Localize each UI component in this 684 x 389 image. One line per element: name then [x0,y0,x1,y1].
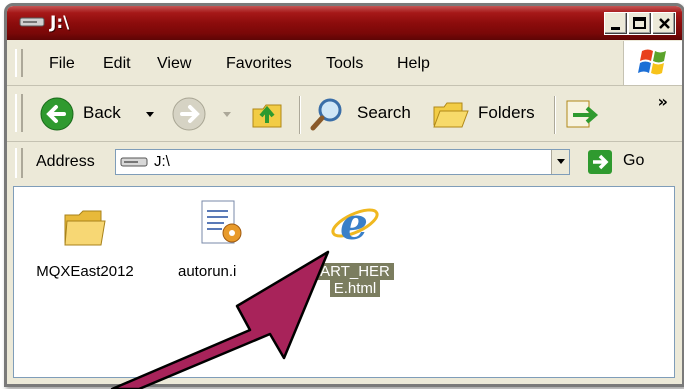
close-icon [658,18,670,29]
address-label: Address [36,153,95,170]
minimize-icon [611,26,620,30]
address-input[interactable]: J:\ [115,149,570,175]
folders-label: Folders [478,103,535,122]
address-dropdown-button[interactable] [551,150,569,174]
title-bar[interactable]: J:\ [7,6,682,40]
maximize-button[interactable] [628,12,652,35]
search-icon [310,98,342,131]
search-label: Search [357,103,411,122]
maximize-icon [633,17,646,29]
chevron-down-icon [556,159,565,164]
setup-info-icon [201,200,242,244]
file-list-pane[interactable]: MQXEast2012 autorun.i e ART_HER E.html [13,186,675,378]
back-label: Back [83,103,121,122]
menu-edit[interactable]: Edit [103,55,131,73]
file-name: ART_HER E.html [300,263,410,297]
file-name-line2: E.html [329,280,381,297]
close-button[interactable] [652,12,676,35]
address-value: J:\ [154,153,170,170]
file-name-line1: ART_HER [316,263,394,280]
explorer-window: J:\ File Edit View Favorites Tools Help [4,3,684,387]
windows-logo-icon [638,49,666,75]
chevron-down-icon [223,112,231,117]
move-to-button[interactable] [563,95,601,133]
menu-help[interactable]: Help [397,55,430,73]
file-name: MQXEast2012 [36,263,134,280]
file-item-folder[interactable]: MQXEast2012 [20,203,150,280]
windows-logo-panel [623,41,682,85]
folders-button[interactable]: Folders [432,95,544,133]
search-button[interactable]: Search [309,95,425,133]
addressbar-grip[interactable] [15,148,23,178]
chevron-down-icon [146,112,154,117]
standard-toolbar: Back Search Folders » [7,86,682,142]
menu-bar: File Edit View Favorites Tools Help [7,41,682,86]
up-folder-button[interactable] [249,95,287,133]
file-item-autorun[interactable]: autorun.i [160,197,280,280]
folder-icon [64,210,106,246]
go-button[interactable]: Go [583,149,663,177]
up-folder-icon [252,104,282,128]
window-title: J:\ [50,13,70,33]
ie-html-icon: e [331,199,379,249]
back-arrow-icon [40,97,74,131]
menubar-grip[interactable] [15,49,23,77]
menu-favorites[interactable]: Favorites [226,55,292,73]
menu-file[interactable]: File [49,55,75,73]
menu-tools[interactable]: Tools [326,55,363,73]
drive-icon [19,17,45,27]
minimize-button[interactable] [604,12,628,35]
forward-button[interactable] [167,95,242,133]
back-button[interactable]: Back [35,95,165,133]
address-bar: Address J:\ Go [7,142,682,184]
toolbar-separator [299,96,301,134]
toolbar-overflow-chevron[interactable]: » [658,92,668,111]
folders-icon [433,102,469,128]
file-item-html-selected[interactable]: e ART_HER E.html [300,197,410,297]
forward-arrow-icon [172,97,206,131]
toolbar-grip[interactable] [15,94,23,132]
menu-view[interactable]: View [157,55,191,73]
go-arrow-icon [588,150,612,174]
go-label: Go [623,152,645,169]
move-to-folder-icon [566,100,599,128]
drive-icon [120,157,148,167]
svg-text:e: e [340,199,368,249]
file-name: autorun.i [178,263,237,280]
toolbar-separator [554,96,556,134]
